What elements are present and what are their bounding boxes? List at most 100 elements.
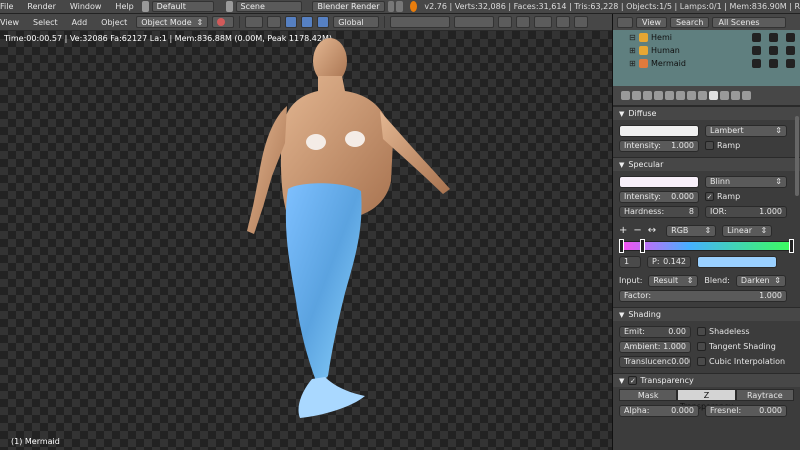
eye-icon[interactable]: [752, 33, 761, 42]
specular-intensity-field[interactable]: Intensity: 0.000: [619, 190, 699, 203]
arrow-icon[interactable]: [769, 46, 778, 55]
arrow-icon[interactable]: [769, 33, 778, 42]
outliner-row-hemi[interactable]: ⊟ Hemi: [613, 31, 800, 44]
tab-mask[interactable]: Mask: [619, 389, 678, 401]
arrow-icon[interactable]: [769, 59, 778, 68]
eye-icon[interactable]: [752, 59, 761, 68]
flip-ramp-button[interactable]: ↔: [648, 225, 656, 236]
color-ramp-gradient[interactable]: [619, 239, 794, 253]
viewport-shading-select[interactable]: [212, 16, 235, 28]
expand-icon[interactable]: ⊞: [629, 59, 639, 68]
outliner-row-human[interactable]: ⊞ Human: [613, 44, 800, 57]
menu-select[interactable]: Select: [26, 18, 65, 27]
specular-shader-select[interactable]: Blinn ⇕: [705, 175, 787, 188]
material-tab-icon[interactable]: [709, 91, 718, 100]
proportional-edit-button[interactable]: [498, 16, 513, 28]
stop-position-field[interactable]: P: 0.142: [647, 255, 691, 268]
3d-viewport[interactable]: Time:00:00.57 | Ve:32086 Fa:62127 La:1 |…: [0, 31, 612, 450]
transparency-enable-checkbox[interactable]: ✓: [628, 376, 638, 385]
cubic-interpolation-toggle[interactable]: Cubic Interpolation: [697, 357, 785, 366]
emit-field[interactable]: Emit: 0.00: [619, 325, 691, 338]
object-tab-icon[interactable]: [665, 91, 674, 100]
scene-field[interactable]: Scene: [235, 1, 303, 12]
expand-icon[interactable]: ⊟: [629, 33, 639, 42]
record-icon[interactable]: [396, 1, 404, 12]
outliner-search-menu[interactable]: Search: [669, 16, 710, 28]
render-tab-icon[interactable]: [621, 91, 630, 100]
translate-manipulator-button[interactable]: [285, 16, 298, 28]
menu-file[interactable]: File: [0, 2, 20, 11]
factor-field[interactable]: Factor: 1.000: [619, 289, 787, 302]
outliner-row-mermaid[interactable]: ⊞ Mermaid: [613, 57, 800, 70]
shading-panel-header[interactable]: ▼ Shading: [613, 307, 800, 321]
outliner-view-menu[interactable]: View: [636, 16, 667, 28]
remove-stop-button[interactable]: −: [633, 225, 641, 236]
snap-button[interactable]: [516, 16, 531, 28]
ambient-field[interactable]: Ambient: 1.000: [619, 340, 691, 353]
transparency-panel-header[interactable]: ▼ ✓ Transparency: [613, 373, 800, 387]
tab-raytrace[interactable]: Raytrace: [735, 389, 794, 401]
shadeless-toggle[interactable]: Shadeless: [697, 327, 750, 336]
transform-orientation-select[interactable]: Global: [333, 16, 380, 28]
menu-view[interactable]: View: [0, 18, 26, 27]
opengl-render-button[interactable]: [574, 16, 589, 28]
ior-field[interactable]: IOR: 1.000: [705, 205, 787, 218]
render-layers-tab-icon[interactable]: [632, 91, 641, 100]
outliner-display-mode-select[interactable]: All Scenes: [712, 16, 787, 28]
scene-tab-icon[interactable]: [643, 91, 652, 100]
snap-element-select[interactable]: [534, 16, 553, 28]
menu-object[interactable]: Object: [94, 18, 134, 27]
menu-add[interactable]: Add: [65, 18, 95, 27]
scene-icon[interactable]: [225, 1, 233, 12]
screen-layout-icon[interactable]: [141, 1, 149, 12]
ramp-blend-select[interactable]: Darken ⇕: [735, 274, 786, 287]
menu-render[interactable]: Render: [20, 2, 62, 11]
layers-grid-2[interactable]: [454, 16, 495, 28]
diffuse-panel-header[interactable]: ▼ Diffuse: [613, 106, 800, 120]
outliner-editor-icon[interactable]: [617, 16, 633, 28]
camera-icon[interactable]: [786, 46, 795, 55]
diffuse-ramp-toggle[interactable]: Ramp: [705, 141, 740, 150]
physics-tab-icon[interactable]: [742, 91, 751, 100]
tangent-shading-toggle[interactable]: Tangent Shading: [697, 342, 776, 351]
manipulator-toggle[interactable]: [267, 16, 282, 28]
render-engine-select[interactable]: Blender Render: [312, 1, 385, 12]
stop-color-swatch[interactable]: [697, 255, 777, 268]
render-icon[interactable]: [387, 1, 395, 12]
data-tab-icon[interactable]: [698, 91, 707, 100]
camera-icon[interactable]: [786, 33, 795, 42]
mermaid-model[interactable]: [0, 31, 612, 450]
specular-panel-header[interactable]: ▼ Specular: [613, 157, 800, 171]
specular-color-swatch[interactable]: [619, 175, 699, 188]
particles-tab-icon[interactable]: [731, 91, 740, 100]
world-tab-icon[interactable]: [654, 91, 663, 100]
camera-icon[interactable]: [786, 59, 795, 68]
diffuse-intensity-field[interactable]: Intensity: 1.000: [619, 139, 699, 152]
alpha-field[interactable]: Alpha: 0.000: [619, 404, 699, 417]
constraints-tab-icon[interactable]: [676, 91, 685, 100]
hardness-field[interactable]: Hardness: 8: [619, 205, 699, 218]
texture-tab-icon[interactable]: [720, 91, 729, 100]
render-preview-button[interactable]: [556, 16, 571, 28]
rotate-manipulator-button[interactable]: [301, 16, 314, 28]
modifiers-tab-icon[interactable]: [687, 91, 696, 100]
menu-help[interactable]: Help: [108, 2, 140, 11]
specular-ramp-toggle[interactable]: ✓ Ramp: [705, 192, 740, 201]
mode-select[interactable]: Object Mode ⇕: [136, 16, 209, 28]
ramp-input-select[interactable]: Result ⇕: [648, 274, 699, 287]
tab-z-transparency[interactable]: Z Transparency: [677, 389, 736, 411]
properties-scrollbar[interactable]: [795, 116, 799, 196]
ramp-stop-handle-active[interactable]: [640, 239, 645, 253]
menu-window[interactable]: Window: [63, 2, 109, 11]
add-stop-button[interactable]: +: [619, 225, 627, 236]
screen-layout-field[interactable]: Default: [151, 1, 214, 12]
expand-icon[interactable]: ⊞: [629, 46, 639, 55]
interpolation-select[interactable]: Linear ⇕: [722, 224, 773, 237]
ramp-stop-handle[interactable]: [619, 239, 624, 253]
diffuse-shader-select[interactable]: Lambert ⇕: [705, 124, 787, 137]
color-mode-select[interactable]: RGB ⇕: [666, 224, 717, 237]
pivot-select[interactable]: [245, 16, 264, 28]
diffuse-color-swatch[interactable]: [619, 124, 699, 137]
ramp-stop-handle[interactable]: [789, 239, 794, 253]
stop-index-field[interactable]: 1: [619, 255, 641, 268]
